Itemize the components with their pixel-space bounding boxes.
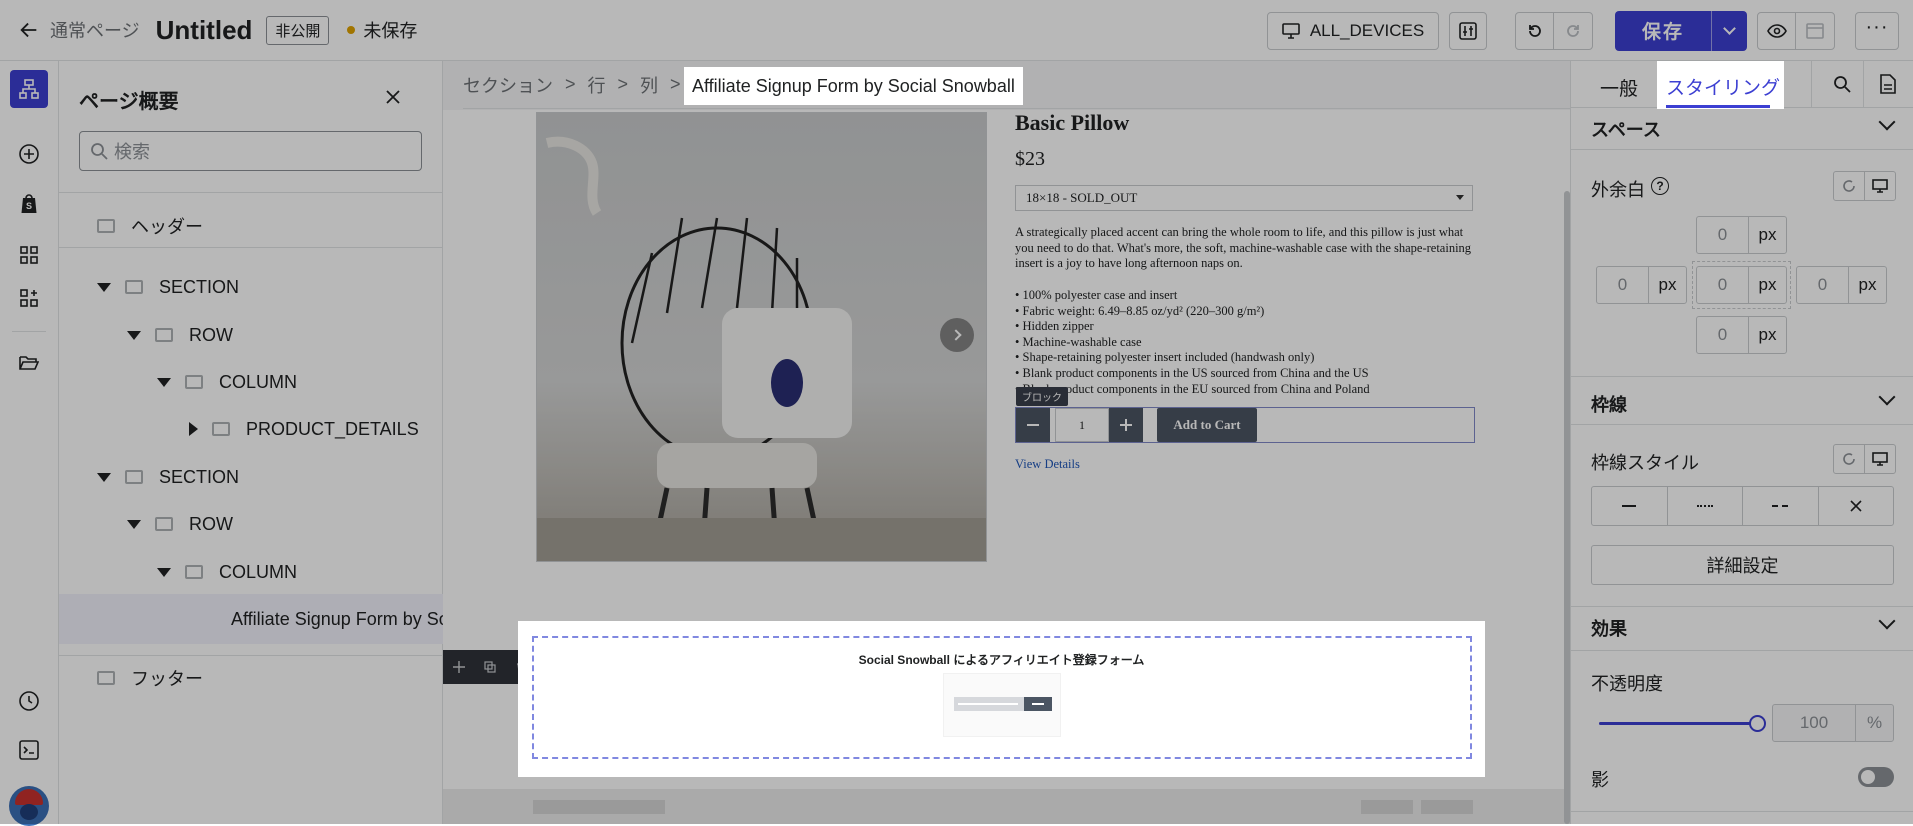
tab-styling-highlight[interactable]: スタイリング xyxy=(1657,61,1784,109)
affiliate-form-title: Social Snowball によるアフィリエイト登録フォーム xyxy=(858,653,1145,667)
affiliate-form-preview xyxy=(943,673,1061,737)
preview-button-line xyxy=(1032,703,1044,705)
tab-styling[interactable]: スタイリング xyxy=(1666,73,1780,100)
tab-active-underline xyxy=(1666,105,1770,108)
breadcrumb-current[interactable]: Affiliate Signup Form by Social Snowball xyxy=(684,67,1023,105)
preview-input-line xyxy=(958,703,1018,705)
affiliate-form-highlight[interactable]: Social Snowball によるアフィリエイト登録フォーム xyxy=(518,621,1485,777)
